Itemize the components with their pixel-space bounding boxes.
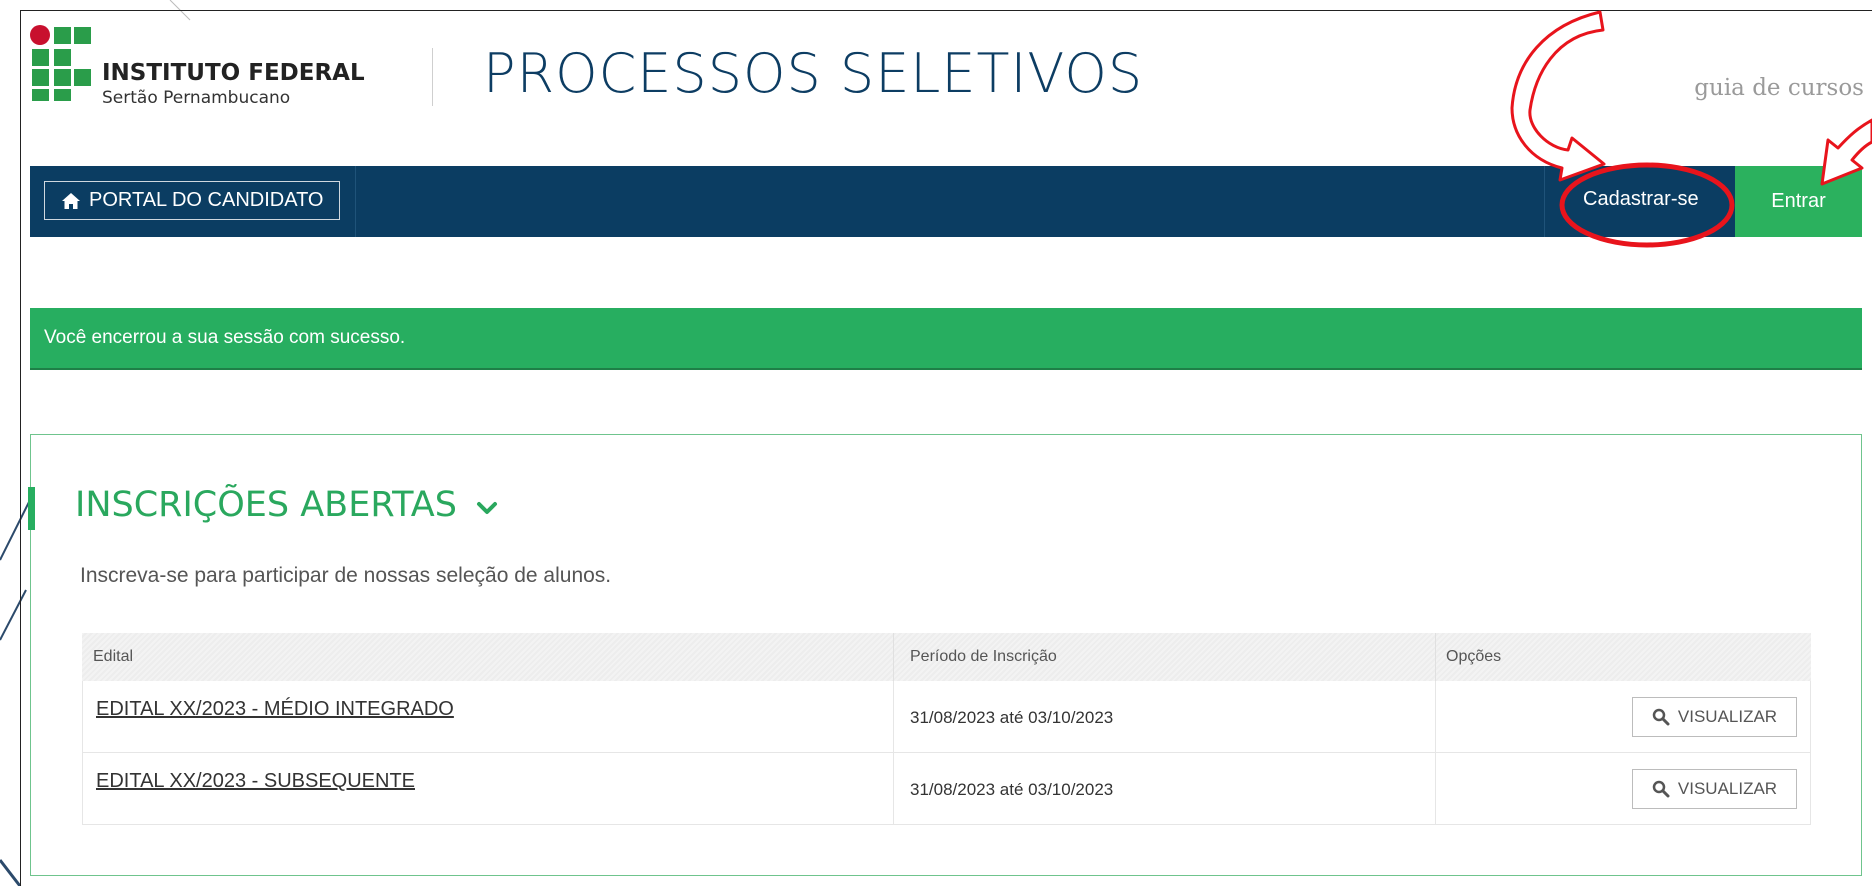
main-navbar: PORTAL DO CANDIDATO Cadastrar-se Entrar (30, 166, 1862, 237)
nav-divider (355, 166, 356, 237)
logo-square (74, 27, 91, 44)
logout-success-alert: Você encerrou a sua sessão com sucesso. (30, 308, 1862, 370)
header-cell: Edital (82, 633, 894, 681)
edital-cell: EDITAL XX/2023 - MÉDIO INTEGRADO (82, 681, 894, 752)
table-header: Edital Período de Inscrição Opções (82, 633, 1811, 681)
section-description: Inscreva-se para participar de nossas se… (80, 564, 612, 587)
logo-square (32, 69, 49, 86)
logo-square (54, 49, 71, 66)
opcoes-cell: VISUALIZAR (1436, 681, 1811, 752)
header-periodo: Período de Inscrição (910, 648, 1057, 665)
editais-table: Edital Período de Inscrição Opções EDITA… (82, 633, 1811, 825)
portal-home-button[interactable]: PORTAL DO CANDIDATO (44, 181, 341, 220)
view-button-label: VISUALIZAR (1677, 779, 1778, 798)
view-button[interactable]: VISUALIZAR (1632, 697, 1797, 737)
logo-square (74, 69, 91, 86)
header-divider (432, 48, 433, 106)
logo-square (54, 27, 71, 44)
section-accent-bar (28, 487, 35, 530)
header-opcoes: Opções (1446, 648, 1502, 665)
register-link[interactable]: Cadastrar-se (1583, 188, 1699, 211)
course-guide-link[interactable]: guia de cursos (1694, 75, 1864, 101)
header-cell: Período de Inscrição (894, 633, 1436, 681)
logo-title: INSTITUTO FEDERAL (102, 60, 365, 86)
logo-subtitle: Sertão Pernambucano (102, 88, 291, 108)
periodo-cell: 31/08/2023 até 03/10/2023 (894, 681, 1436, 752)
logo-mark (30, 25, 91, 103)
portal-label: PORTAL DO CANDIDATO (89, 189, 324, 211)
logo-square (32, 49, 49, 66)
logo-square (54, 89, 71, 101)
edital-cell: EDITAL XX/2023 - SUBSEQUENTE (82, 753, 894, 824)
home-icon (62, 192, 80, 209)
header-cell: Opções (1436, 633, 1811, 681)
logo-square (32, 89, 49, 101)
row-border (1810, 681, 1811, 752)
logo-square (54, 69, 71, 86)
table-row: EDITAL XX/2023 - MÉDIO INTEGRADO 31/08/2… (82, 681, 1811, 753)
periodo-cell: 31/08/2023 até 03/10/2023 (894, 753, 1436, 824)
periodo-text: 31/08/2023 até 03/10/2023 (910, 708, 1114, 727)
chevron-down-icon[interactable] (476, 498, 498, 518)
opcoes-cell: VISUALIZAR (1436, 753, 1811, 824)
nav-divider (1544, 166, 1545, 237)
section-title: INSCRIÇÕES ABERTAS (75, 485, 457, 525)
table-row: EDITAL XX/2023 - SUBSEQUENTE 31/08/2023 … (82, 753, 1811, 825)
view-button-label: VISUALIZAR (1677, 707, 1778, 726)
edital-link[interactable]: EDITAL XX/2023 - MÉDIO INTEGRADO (96, 698, 454, 721)
edital-link[interactable]: EDITAL XX/2023 - SUBSEQUENTE (96, 770, 415, 793)
search-icon (1652, 780, 1670, 798)
page-title: PROCESSOS SELETIVOS (483, 42, 1144, 105)
logo-red-dot (30, 25, 50, 45)
header-edital: Edital (93, 648, 134, 665)
login-button[interactable]: Entrar (1735, 166, 1862, 237)
periodo-text: 31/08/2023 até 03/10/2023 (910, 780, 1114, 799)
search-icon (1652, 708, 1670, 726)
row-border (1810, 753, 1811, 824)
view-button[interactable]: VISUALIZAR (1632, 769, 1797, 809)
